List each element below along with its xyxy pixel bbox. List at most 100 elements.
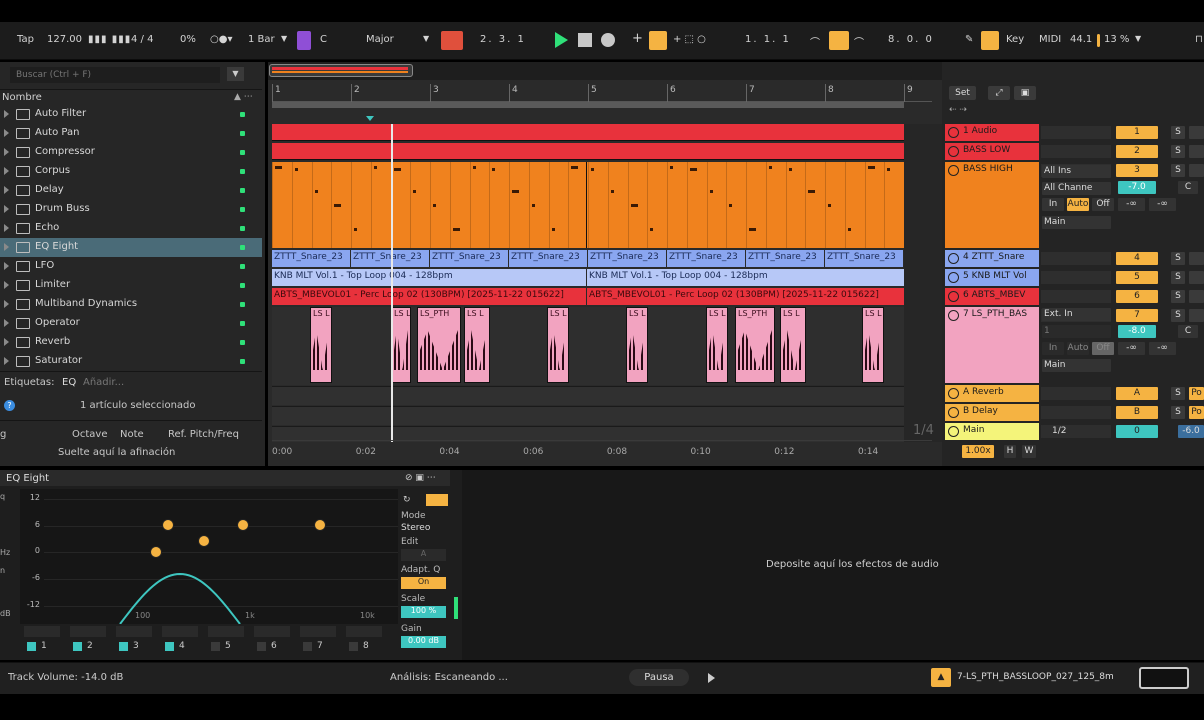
c-button[interactable]: C — [1178, 181, 1198, 194]
search-input[interactable] — [10, 67, 220, 83]
track-right-button[interactable]: Po — [1189, 387, 1204, 400]
record-icon[interactable] — [601, 33, 615, 47]
c-button[interactable]: C — [1178, 325, 1198, 338]
playhead[interactable] — [391, 124, 393, 442]
clip-kick[interactable]: KNB MLT Vol.1 - Top Loop 004 - 128bpm — [587, 269, 904, 286]
mixer-track[interactable]: 6 ABTS_MBEV — [945, 288, 1039, 305]
expand-triangle-icon[interactable] — [4, 110, 9, 118]
send-field[interactable]: -∞ — [1118, 342, 1145, 355]
track-right-button[interactable] — [1189, 145, 1204, 158]
position-field[interactable]: 2. 3. 1 — [480, 34, 526, 45]
adapt-q-toggle[interactable]: On — [401, 577, 446, 589]
solo-button[interactable]: S — [1171, 145, 1185, 158]
browser-item[interactable]: Echo — [0, 219, 262, 238]
track-activator-icon[interactable] — [948, 165, 959, 176]
band-shape-select[interactable] — [162, 626, 198, 637]
track-right-button[interactable] — [1189, 126, 1204, 139]
track-activator-icon[interactable] — [948, 407, 959, 418]
scale-select[interactable]: Major — [366, 34, 394, 45]
overview-icon[interactable]: ⊓ — [1195, 34, 1203, 45]
loop-length-field[interactable]: 8. 0. 0 — [888, 34, 934, 45]
warning-icon[interactable]: ▲ — [931, 668, 951, 687]
clip-pth[interactable]: LS L — [547, 307, 569, 383]
band-toggle[interactable] — [211, 642, 220, 651]
track-number[interactable]: 2 — [1116, 145, 1158, 158]
track-activator-icon[interactable] — [948, 310, 959, 321]
band-toggle[interactable] — [119, 642, 128, 651]
track-right-button[interactable] — [1189, 164, 1204, 177]
loop-start-field[interactable]: 1. 1. 1 — [745, 34, 791, 45]
band-shape-select[interactable] — [116, 626, 152, 637]
mode-select[interactable]: Stereo — [401, 523, 430, 533]
spectrum-icon[interactable] — [426, 494, 448, 506]
tempo-multiplier[interactable]: 1.00x — [962, 445, 994, 458]
eq-node-handle[interactable] — [198, 535, 210, 547]
gain-field[interactable]: 0.00 dB — [401, 636, 446, 648]
clip-snare[interactable]: ZTTT_Snare_23 — [509, 250, 587, 267]
punch-in-icon[interactable]: ⌒ — [810, 34, 820, 49]
overview-window[interactable] — [269, 64, 413, 77]
metronome-bars-icon[interactable]: ▮▮▮ ▮▮▮ — [88, 34, 131, 45]
clip-pth[interactable]: LS L — [391, 307, 411, 383]
mixer-track[interactable]: 5 KNB MLT Vol — [945, 269, 1039, 286]
clip-bass-low[interactable] — [272, 143, 904, 160]
clip-pth[interactable]: LS L — [464, 307, 490, 383]
clip-snare[interactable]: ZTTT_Snare_23 — [588, 250, 666, 267]
io-select[interactable]: Main — [1042, 216, 1111, 229]
monitor-button[interactable]: Auto — [1067, 198, 1089, 211]
send-field[interactable]: -∞ — [1149, 342, 1176, 355]
overview-strip[interactable] — [268, 62, 942, 80]
clip-kick[interactable]: KNB MLT Vol.1 - Top Loop 004 - 128bpm — [272, 269, 586, 286]
track-right-button[interactable] — [1189, 252, 1204, 265]
eq-node-handle[interactable] — [162, 519, 174, 531]
browser-item[interactable]: Auto Pan — [0, 124, 262, 143]
expand-triangle-icon[interactable] — [4, 167, 9, 175]
gain-field[interactable]: -7.0 — [1118, 181, 1156, 194]
band-toggle[interactable] — [257, 642, 266, 651]
solo-button[interactable]: S — [1171, 309, 1185, 322]
add-icon[interactable]: + — [632, 31, 643, 46]
expand-triangle-icon[interactable] — [4, 205, 9, 213]
solo-button[interactable]: S — [1171, 271, 1185, 284]
column-header[interactable]: Nombre — [2, 92, 42, 103]
track-number[interactable]: 4 — [1116, 252, 1158, 265]
play-icon[interactable] — [708, 673, 715, 683]
band-shape-select[interactable] — [346, 626, 382, 637]
browser-item[interactable]: Drum Buss — [0, 200, 262, 219]
loop-brace[interactable] — [272, 102, 904, 108]
clip-snare[interactable]: ZTTT_Snare_23 — [825, 250, 903, 267]
clip-snare[interactable]: ZTTT_Snare_23 — [351, 250, 429, 267]
eq-node-handle[interactable] — [237, 519, 249, 531]
clip-snare[interactable]: ZTTT_Snare_23 — [430, 250, 508, 267]
track-number[interactable]: 3 — [1116, 164, 1158, 177]
main-volume[interactable]: -6.0 — [1178, 425, 1204, 438]
keyboard-icon[interactable] — [1139, 667, 1189, 689]
audio-effects-dropzone[interactable]: Deposite aquí los efectos de audio — [462, 470, 1204, 660]
clip-perc[interactable]: ABTS_MBEVOL01 - Perc Loop 02 (130BPM) [2… — [587, 288, 904, 305]
solo-button[interactable]: S — [1171, 164, 1185, 177]
track-activator-icon[interactable] — [948, 272, 959, 283]
browser-item[interactable]: Compressor — [0, 143, 262, 162]
monitor-button[interactable]: In — [1042, 198, 1064, 211]
track-number[interactable]: 0 — [1116, 425, 1158, 438]
track-activator-icon[interactable] — [948, 253, 959, 264]
band-shape-select[interactable] — [208, 626, 244, 637]
expand-triangle-icon[interactable] — [4, 186, 9, 194]
more-icon[interactable]: ▲ ⋯ — [234, 92, 253, 102]
punch-out-icon[interactable]: ⌒ — [854, 34, 864, 49]
clip-pth[interactable]: LS L — [862, 307, 884, 383]
expand-triangle-icon[interactable] — [4, 300, 9, 308]
mixer-track[interactable]: 1 Audio — [945, 124, 1039, 141]
stop-icon[interactable] — [578, 33, 592, 47]
io-select[interactable]: All Channe — [1042, 182, 1111, 195]
ext-in-select[interactable]: Ext. In — [1042, 308, 1111, 321]
browser-item[interactable]: Delay — [0, 181, 262, 200]
band-shape-select[interactable] — [254, 626, 290, 637]
track-number[interactable]: A — [1116, 387, 1158, 400]
midi-map-button[interactable]: MIDI — [1039, 34, 1061, 45]
track-right-button[interactable] — [1189, 309, 1204, 322]
info-icon[interactable]: ? — [4, 400, 15, 411]
scale-mode-icon[interactable] — [297, 31, 311, 50]
monitor-button[interactable]: Auto — [1067, 342, 1089, 355]
band-shape-select[interactable] — [24, 626, 60, 637]
